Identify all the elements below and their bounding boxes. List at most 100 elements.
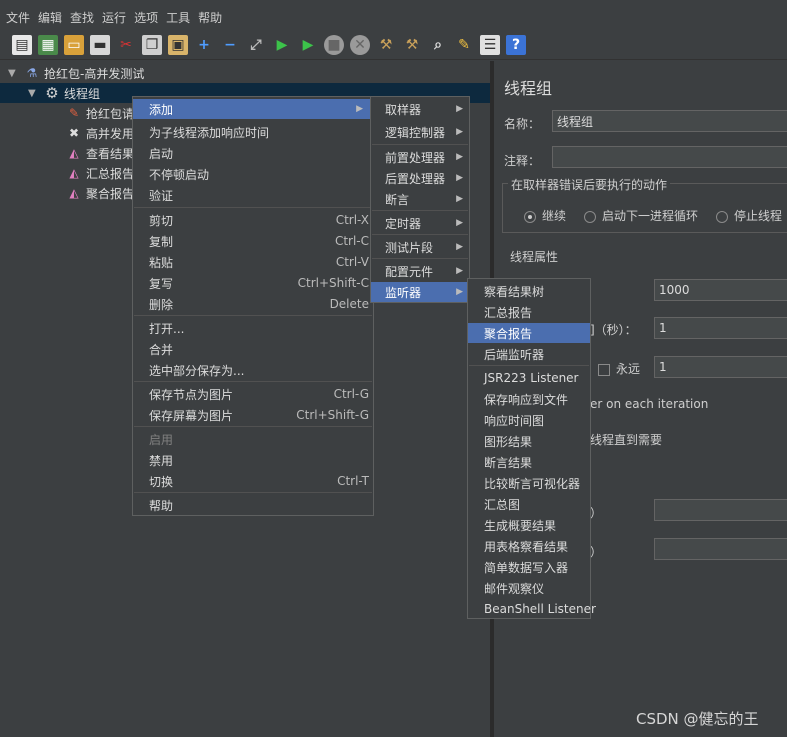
listener-menu-item[interactable]: 用表格察看结果: [468, 536, 590, 556]
context-menu-item[interactable]: 启用: [133, 429, 373, 449]
tree-node-aggregate-report[interactable]: ◭ 聚合报告: [66, 183, 134, 203]
name-field[interactable]: 线程组: [552, 110, 787, 132]
clear-all-icon[interactable]: ⚒: [402, 35, 422, 55]
toggle-icon[interactable]: ⤢: [246, 35, 266, 55]
listener-menu-item[interactable]: 聚合报告: [468, 323, 590, 343]
context-menu-item[interactable]: 剪切 Ctrl-X: [133, 210, 373, 230]
listener-menu-item[interactable]: 图形结果: [468, 431, 590, 451]
context-menu-item[interactable]: 选中部分保存为...: [133, 360, 373, 380]
context-menu-item[interactable]: 禁用: [133, 450, 373, 470]
add-submenu-item[interactable]: 断言 ▶: [371, 189, 469, 209]
context-menu-item[interactable]: 添加 ▶: [133, 99, 373, 119]
add-submenu-item[interactable]: 定时器 ▶: [371, 213, 469, 233]
loop-count-field[interactable]: 1: [654, 356, 787, 378]
cut-icon[interactable]: ✂: [116, 35, 136, 55]
tree-node-http-request[interactable]: ✎ 抢红包请: [66, 103, 134, 123]
add-submenu-item[interactable]: 后置处理器 ▶: [371, 168, 469, 188]
add-submenu-item[interactable]: 取样器 ▶: [371, 99, 469, 119]
menu-5[interactable]: 工具: [166, 9, 190, 26]
listener-menu-item[interactable]: 简单数据写入器: [468, 557, 590, 577]
context-menu-item[interactable]: 不停顿启动: [133, 164, 373, 184]
startup-delay-field[interactable]: [654, 538, 787, 560]
context-menu-item[interactable]: 为子线程添加响应时间: [133, 122, 373, 142]
add-submenu-item[interactable]: 监听器 ▶: [371, 282, 469, 302]
tree-node-summary-report[interactable]: ◭ 汇总报告: [66, 163, 134, 183]
listener-menu-item[interactable]: 察看结果树: [468, 281, 590, 301]
listener-menu-item[interactable]: BeanShell Listener: [468, 599, 596, 619]
duration-field[interactable]: [654, 499, 787, 521]
forever-checkbox[interactable]: 永远: [598, 360, 640, 377]
tree-node-thread-group[interactable]: ▼ ⚙ 线程组: [28, 83, 100, 103]
menu-item-label: 保存节点为图片: [149, 387, 234, 402]
rampup-field[interactable]: 1: [654, 317, 787, 339]
listener-menu-item[interactable]: 断言结果: [468, 452, 590, 472]
reset-search-icon[interactable]: ✎: [454, 35, 474, 55]
threads-field[interactable]: 1000: [654, 279, 787, 301]
panel-title: 线程组: [504, 79, 553, 98]
save-icon[interactable]: ▬: [90, 34, 110, 55]
open-icon[interactable]: ▭: [64, 34, 84, 55]
collapse-icon[interactable]: −: [220, 35, 240, 55]
templates-icon[interactable]: ▦: [38, 34, 58, 55]
context-menu-item[interactable]: 删除 Delete: [133, 294, 373, 314]
comment-field[interactable]: [552, 146, 787, 168]
start-icon[interactable]: ▶: [272, 35, 292, 55]
context-menu-item[interactable]: 保存节点为图片 Ctrl-G: [133, 384, 373, 404]
radio-next-loop[interactable]: 启动下一进程循环: [584, 207, 698, 224]
listener-menu-item[interactable]: 保存响应到文件: [468, 389, 590, 409]
shutdown-icon[interactable]: ✕: [350, 34, 370, 55]
add-submenu-item[interactable]: 配置元件 ▶: [371, 261, 469, 281]
expanded-arrow-icon[interactable]: ▼: [8, 68, 20, 79]
listener-menu-item[interactable]: 汇总图: [468, 494, 590, 514]
tree-node-test-plan[interactable]: ▼ ⚗ 抢红包-高并发测试: [8, 63, 144, 83]
expanded-arrow-icon[interactable]: ▼: [28, 88, 40, 99]
menu-item-label: 验证: [149, 188, 174, 203]
tree-node-config[interactable]: ✖ 高并发用: [66, 123, 134, 143]
context-menu-item[interactable]: 粘贴 Ctrl-V: [133, 252, 373, 272]
function-helper-icon[interactable]: ☰: [480, 34, 500, 55]
add-submenu-item[interactable]: 逻辑控制器 ▶: [371, 122, 469, 142]
start-no-pause-icon[interactable]: ▶: [298, 35, 318, 55]
listener-menu-item[interactable]: 邮件观察仪: [468, 578, 590, 598]
menu-4[interactable]: 选项: [134, 9, 158, 26]
context-menu-item[interactable]: 验证: [133, 185, 373, 205]
menu-2[interactable]: 查找: [70, 9, 94, 26]
context-menu-item[interactable]: 合并: [133, 339, 373, 359]
listener-menu-item[interactable]: 响应时间图: [468, 410, 590, 430]
new-icon[interactable]: ▤: [12, 34, 32, 55]
stop-icon[interactable]: ■: [324, 34, 344, 55]
search-icon[interactable]: ⌕: [428, 35, 448, 55]
context-menu-item[interactable]: 保存屏幕为图片 Ctrl+Shift-G: [133, 405, 373, 425]
listener-menu-item[interactable]: 汇总报告: [468, 302, 590, 322]
menu-3[interactable]: 运行: [102, 9, 126, 26]
name-label: 名称：: [504, 117, 541, 131]
tree-node-results-tree[interactable]: ◭ 查看结果: [66, 143, 134, 163]
paste-icon[interactable]: ▣: [168, 34, 188, 55]
listener-menu-item[interactable]: 生成概要结果: [468, 515, 590, 535]
menu-6[interactable]: 帮助: [198, 9, 222, 26]
add-submenu-item[interactable]: 测试片段 ▶: [371, 237, 469, 257]
radio-stop-thread[interactable]: 停止线程: [716, 207, 782, 224]
pipette-icon: ✎: [68, 106, 80, 120]
clear-icon[interactable]: ⚒: [376, 35, 396, 55]
tree-node-label: 汇总报告: [86, 166, 135, 181]
menu-item-label: 添加: [149, 102, 174, 117]
help-icon[interactable]: ?: [506, 34, 526, 55]
add-submenu: 取样器 ▶ 逻辑控制器 ▶ 前置处理器 ▶ 后置处理器 ▶ 断言 ▶ 定时器 ▶ 测试片段 ▶ 配置元件 ▶ 监…: [370, 96, 470, 303]
copy-icon[interactable]: ❐: [142, 34, 162, 55]
listener-menu-item[interactable]: JSR223 Listener: [468, 368, 590, 388]
expand-icon[interactable]: +: [194, 35, 214, 55]
menu-0[interactable]: 文件: [6, 9, 30, 26]
context-menu-item[interactable]: 复写 Ctrl+Shift-C: [133, 273, 373, 293]
radio-continue[interactable]: 继续: [524, 207, 566, 224]
listener-menu-item[interactable]: 后端监听器: [468, 344, 590, 364]
context-menu-item[interactable]: 复制 Ctrl-C: [133, 231, 373, 251]
context-menu-item[interactable]: 帮助: [133, 495, 373, 515]
menu-1[interactable]: 编辑: [38, 9, 62, 26]
context-menu-item[interactable]: 打开...: [133, 318, 373, 338]
add-submenu-item[interactable]: 前置处理器 ▶: [371, 147, 469, 167]
radio-continue-label: 继续: [542, 209, 567, 223]
context-menu-item[interactable]: 切换 Ctrl-T: [133, 471, 373, 491]
listener-menu-item[interactable]: 比较断言可视化器: [468, 473, 590, 493]
context-menu-item[interactable]: 启动: [133, 143, 373, 163]
